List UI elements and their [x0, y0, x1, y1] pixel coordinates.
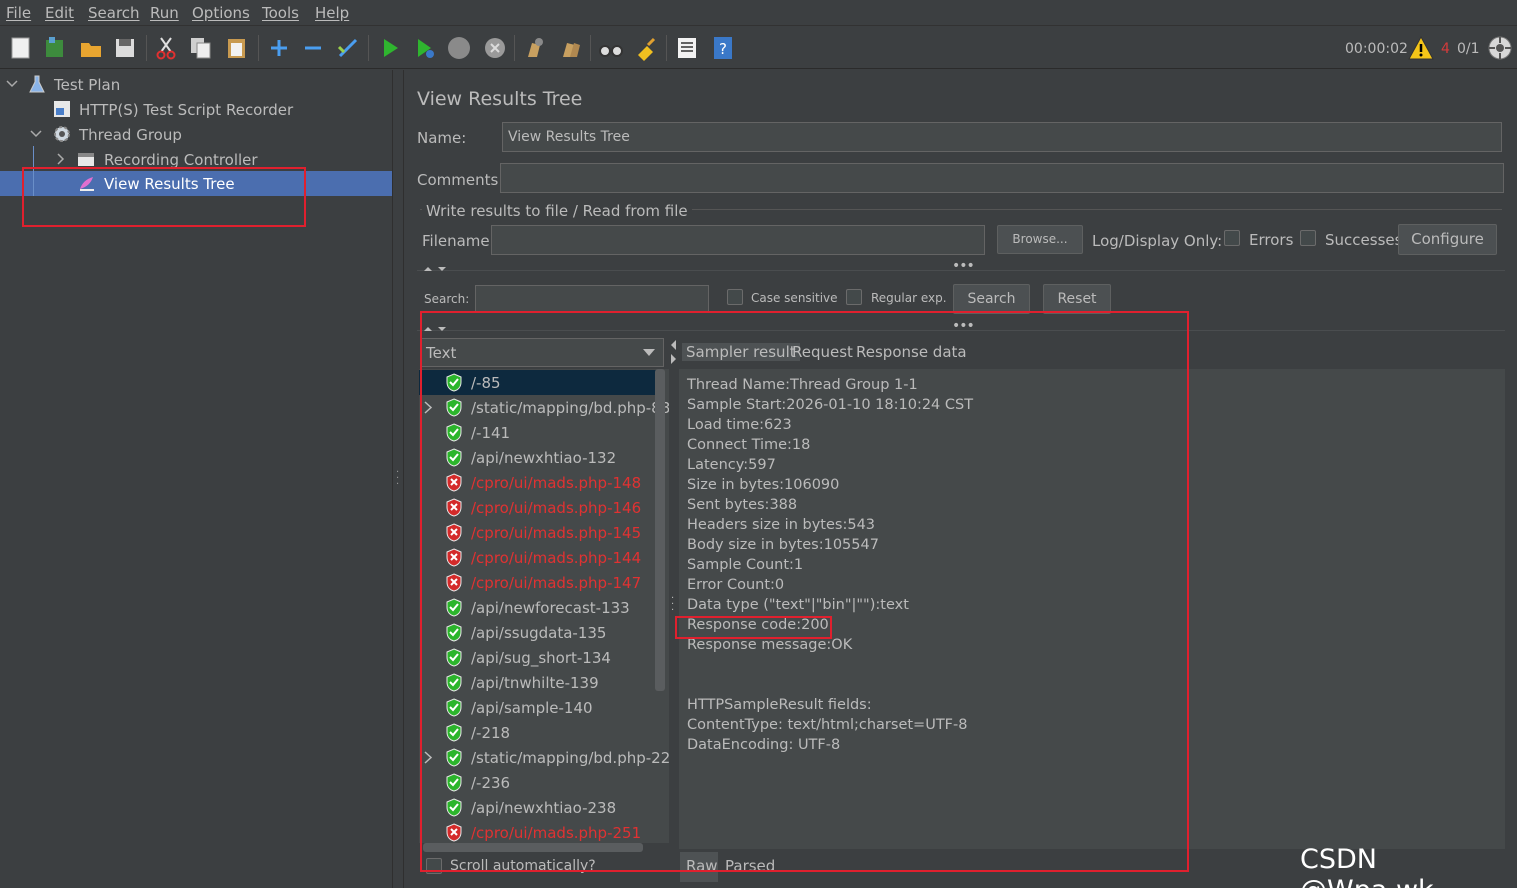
split-grip-icon[interactable]: •••	[952, 258, 975, 274]
new-icon[interactable]	[8, 35, 34, 61]
comments-label: Comments:	[417, 171, 504, 189]
successes-checkbox[interactable]	[1300, 230, 1316, 246]
search-binoculars-icon[interactable]	[598, 35, 624, 61]
tree-item-label: Thread Group	[79, 126, 182, 144]
tree-item-label: HTTP(S) Test Script Recorder	[79, 101, 294, 119]
tree-item-test-plan[interactable]: Test Plan	[0, 72, 392, 97]
menu-edit[interactable]: Edit	[45, 4, 74, 22]
menu-options[interactable]: Options	[192, 4, 250, 22]
regex-label: Regular exp.	[871, 291, 947, 305]
annotation-box-response-code	[675, 616, 832, 639]
tree-item-thread-group[interactable]: Thread Group	[0, 122, 392, 147]
thread-count: 0/1	[1457, 41, 1480, 57]
tree-item-label: Test Plan	[54, 76, 121, 94]
recorder-icon	[54, 101, 70, 117]
copy-icon[interactable]	[188, 35, 214, 61]
remote-status-icon	[1487, 35, 1513, 61]
name-field[interactable]	[502, 122, 1502, 152]
write-results-label: Write results to file / Read from file	[422, 202, 692, 220]
toolbar-separator	[514, 35, 515, 61]
stop-icon[interactable]	[446, 35, 472, 61]
annotation-box	[22, 167, 306, 227]
search-button[interactable]: Search	[953, 284, 1030, 314]
warning-icon[interactable]	[1408, 35, 1434, 61]
collapse-all-icon[interactable]	[300, 35, 326, 61]
toolbar-separator	[368, 35, 369, 61]
comments-field[interactable]	[500, 163, 1504, 193]
reset-button[interactable]: Reset	[1043, 284, 1111, 314]
menu-search[interactable]: Search	[88, 4, 140, 22]
save-icon[interactable]	[112, 35, 138, 61]
menu-help[interactable]: Help	[315, 4, 349, 22]
start-no-pauses-icon[interactable]	[412, 35, 438, 61]
test-plan-icon	[29, 75, 45, 93]
expand-all-icon[interactable]	[266, 35, 292, 61]
toolbar-separator	[666, 35, 667, 61]
help-icon[interactable]: ?	[710, 35, 736, 61]
splitter-handle-icon[interactable]: · · ·	[396, 468, 400, 490]
cut-icon[interactable]	[153, 35, 179, 61]
chevron-down-icon[interactable]	[30, 127, 42, 141]
name-label: Name:	[417, 129, 467, 147]
menu-tools[interactable]: Tools	[262, 4, 299, 22]
configure-button[interactable]: Configure	[1398, 224, 1497, 255]
chevron-right-icon[interactable]	[54, 152, 66, 166]
gear-icon	[54, 126, 70, 142]
svg-text:?: ?	[719, 40, 727, 58]
case-sensitive-checkbox[interactable]	[727, 289, 743, 305]
clear-icon[interactable]	[522, 35, 548, 61]
clear-all-icon[interactable]	[558, 35, 584, 61]
controller-icon	[78, 153, 94, 166]
filename-label: Filename	[422, 232, 490, 250]
search-input[interactable]	[475, 285, 709, 312]
errors-checkbox[interactable]	[1224, 230, 1240, 246]
search-label: Search:	[424, 292, 470, 306]
menu-bar: File Edit Search Run Options Tools Help	[0, 0, 1517, 26]
toggle-icon[interactable]	[335, 35, 361, 61]
shutdown-icon[interactable]	[482, 35, 508, 61]
warning-count: 4	[1441, 41, 1450, 57]
filename-field[interactable]	[491, 225, 985, 255]
toolbar-separator	[258, 35, 259, 61]
open-icon[interactable]	[78, 35, 104, 61]
regex-checkbox[interactable]	[846, 289, 862, 305]
annotation-box	[420, 311, 1189, 872]
function-helper-icon[interactable]	[674, 35, 700, 61]
toolbar: ? 00:00:02 4 0/1	[0, 27, 1517, 69]
start-icon[interactable]	[377, 35, 403, 61]
page-title: View Results Tree	[417, 88, 583, 110]
tree-item-recorder[interactable]: HTTP(S) Test Script Recorder	[0, 97, 392, 122]
errors-label: Errors	[1249, 231, 1294, 249]
menu-run[interactable]: Run	[150, 4, 179, 22]
chevron-down-icon[interactable]	[6, 77, 18, 91]
toolbar-separator	[146, 35, 147, 61]
reset-search-icon[interactable]	[634, 35, 660, 61]
browse-button[interactable]: Browse...	[997, 225, 1083, 254]
menu-file[interactable]: File	[6, 4, 31, 22]
watermark: CSDN @Wpa.wk	[1300, 844, 1434, 888]
paste-icon[interactable]	[224, 35, 250, 61]
case-sensitive-label: Case sensitive	[751, 291, 838, 305]
successes-label: Successes	[1325, 231, 1403, 249]
split-arrows-icon[interactable]	[422, 264, 448, 274]
log-display-label: Log/Display Only:	[1092, 232, 1223, 250]
templates-icon[interactable]	[42, 35, 68, 61]
toolbar-separator	[590, 35, 591, 61]
elapsed-timer: 00:00:02	[1345, 41, 1408, 57]
